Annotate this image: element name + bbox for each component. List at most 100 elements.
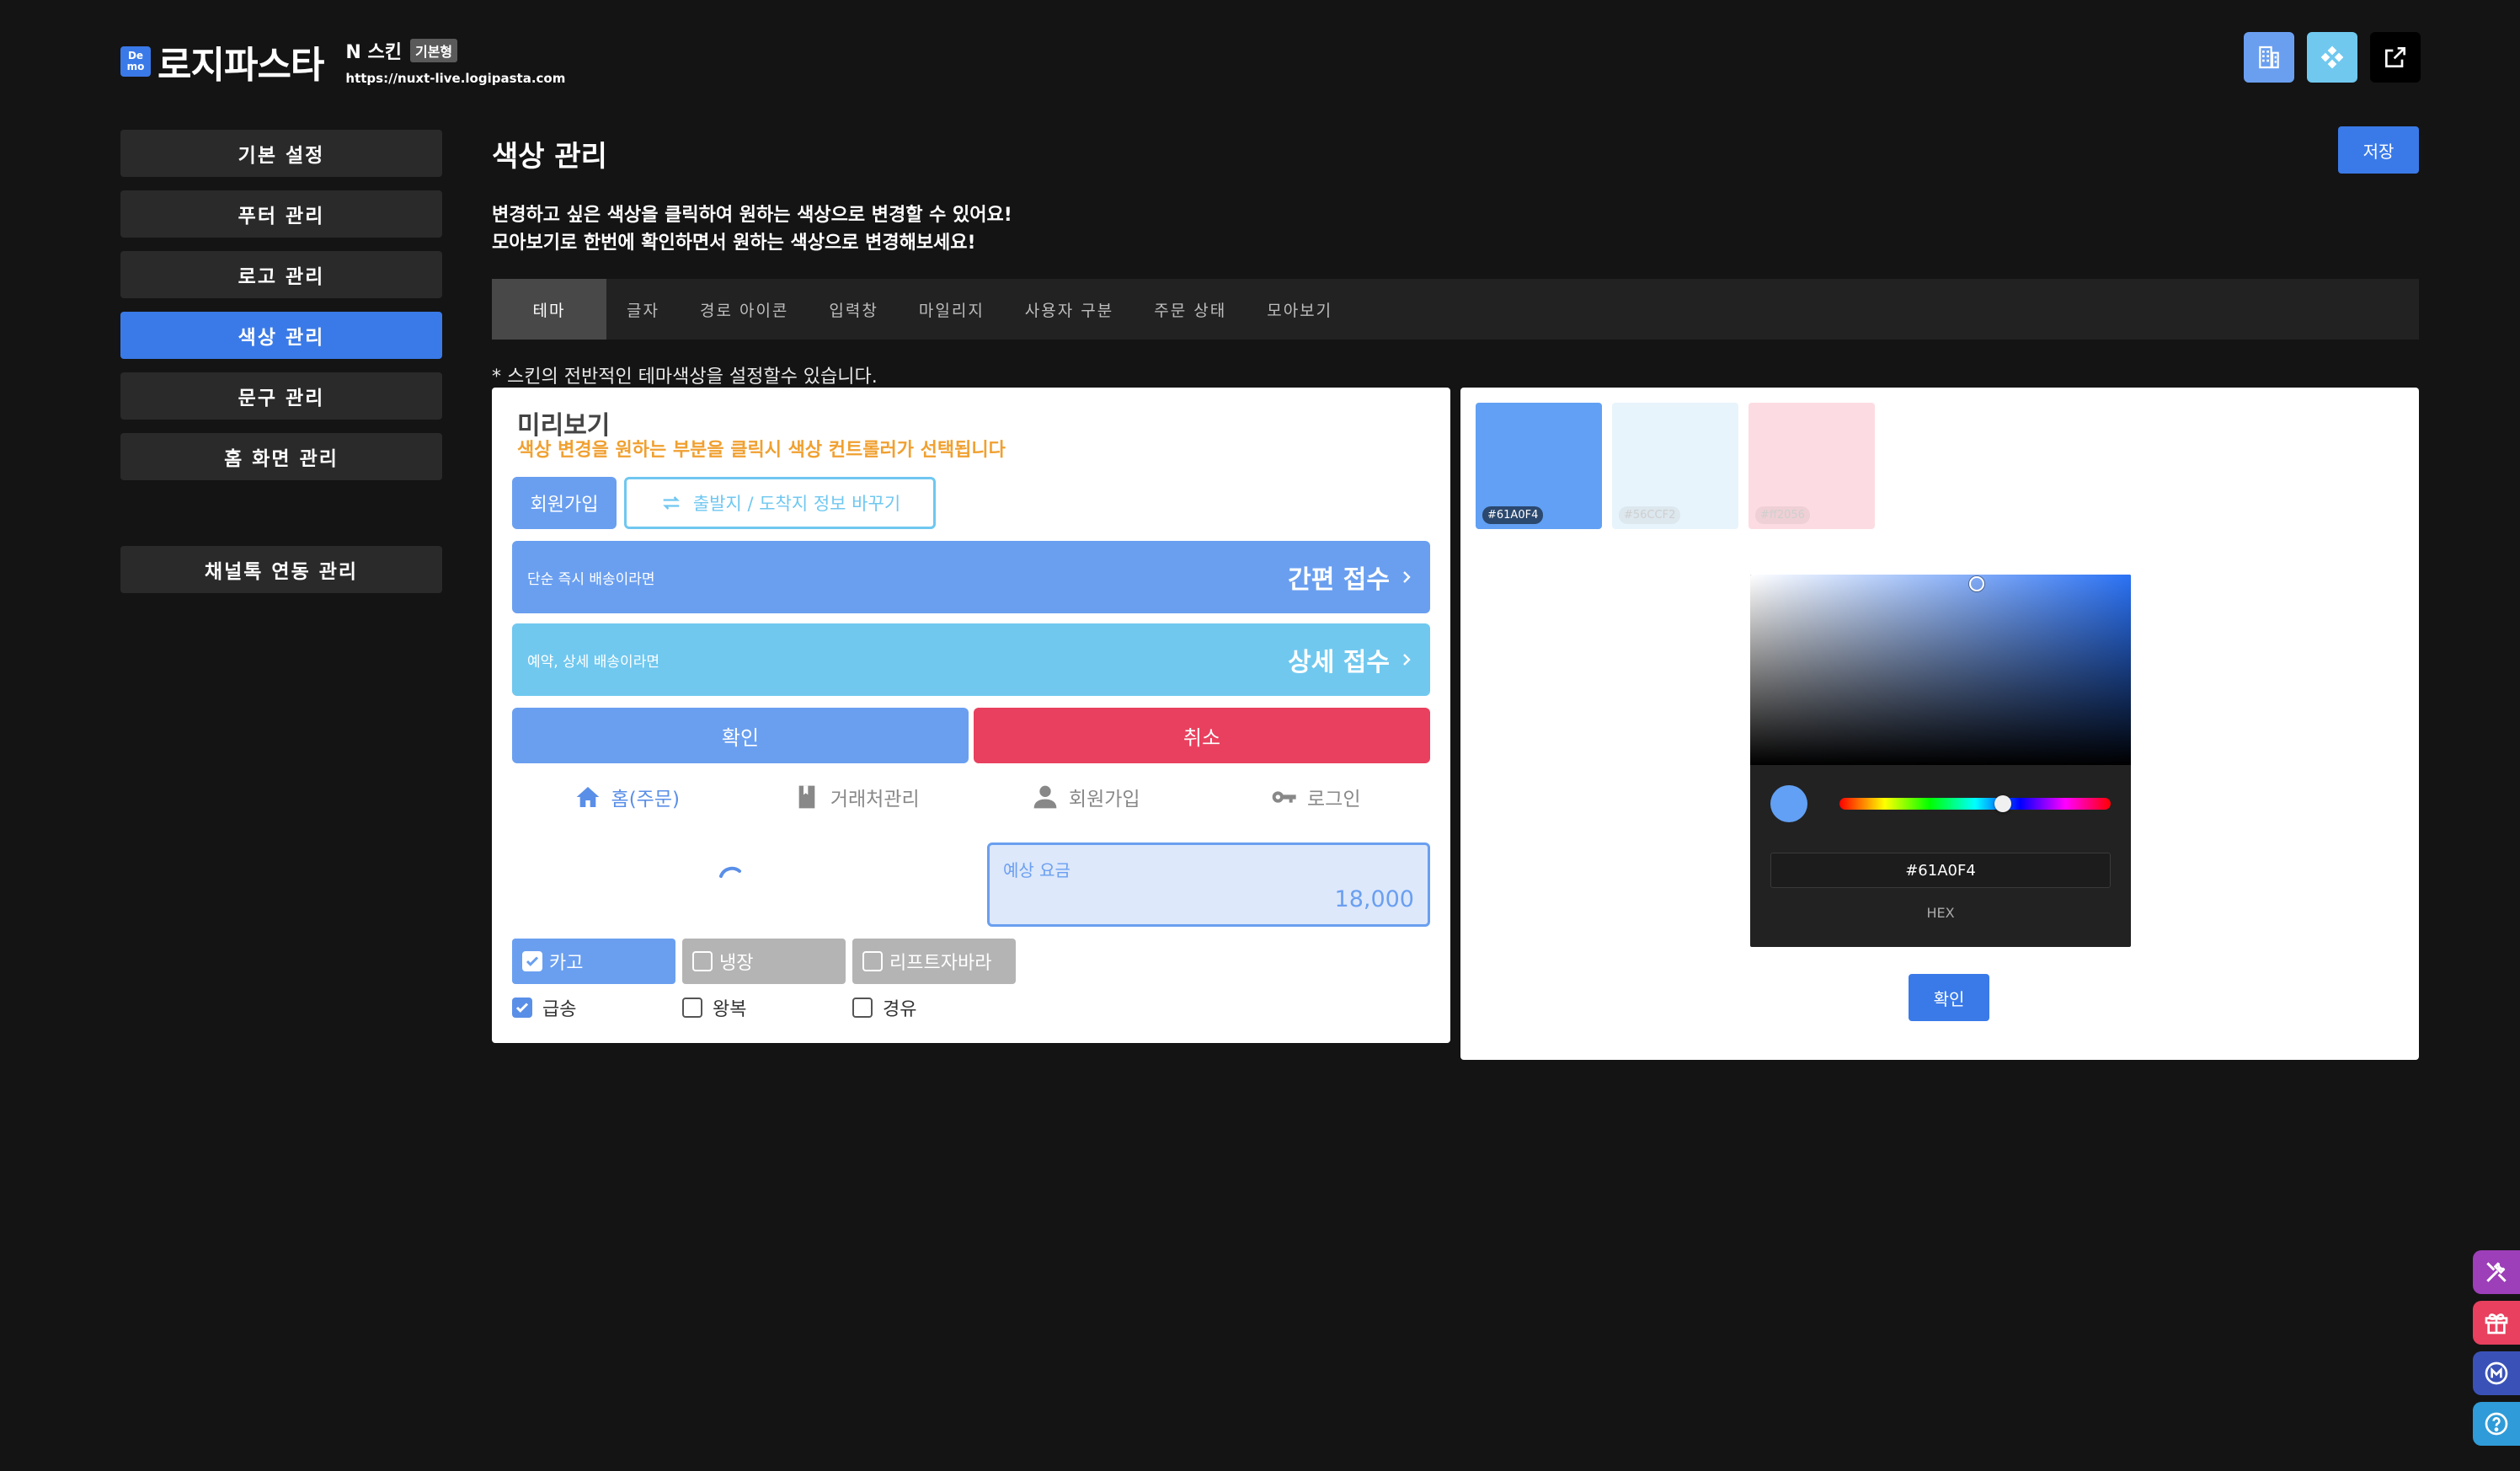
preview-panel: 미리보기 색상 변경을 원하는 부분을 클릭시 색상 컨트롤러가 선택됩니다 회… — [492, 388, 1450, 1043]
person-icon — [1033, 785, 1057, 809]
detail-order-bar[interactable]: 예약, 상세 배송이라면 상세 접수 — [512, 623, 1430, 696]
building-icon[interactable] — [2244, 32, 2294, 83]
nav-login[interactable]: 로그인 — [1201, 773, 1431, 821]
estimated-fee-box: 예상 요금 18,000 — [987, 842, 1430, 927]
nav-home[interactable]: 홈(주문) — [512, 773, 742, 821]
saturation-area[interactable] — [1750, 575, 2131, 765]
checkbox-checked-icon — [512, 998, 532, 1018]
sidebar-item-logo[interactable]: 로고 관리 — [120, 251, 442, 298]
chip-lift-label: 리프트자바라 — [889, 953, 992, 974]
hue-slider[interactable] — [1839, 795, 2111, 812]
page-title: 색상 관리 — [492, 140, 607, 174]
tab-mileage[interactable]: 마일리지 — [899, 279, 1005, 340]
chip-lift[interactable]: 리프트자바라 — [852, 939, 1016, 984]
save-button[interactable]: 저장 — [2338, 126, 2419, 174]
sidebar-item-basic-settings[interactable]: 기본 설정 — [120, 130, 442, 177]
check-waypoint-label: 경유 — [883, 999, 917, 1020]
swatch-primary[interactable]: #61A0F4 — [1476, 403, 1602, 529]
sidebar-item-colors[interactable]: 색상 관리 — [120, 312, 442, 359]
color-confirm-button[interactable]: 확인 — [1909, 974, 1989, 1021]
tools-icon[interactable] — [2473, 1250, 2520, 1294]
header: De mo 로지파스타 N 스킨 기본형 https://nuxt-live.l… — [120, 32, 565, 91]
nav-home-label: 홈(주문) — [611, 789, 680, 810]
tab-order-status[interactable]: 주문 상태 — [1134, 279, 1247, 340]
chip-refrigerated[interactable]: 냉장 — [682, 939, 846, 984]
checkbox-empty-icon — [692, 951, 713, 971]
chip-refrigerated-label: 냉장 — [719, 953, 754, 974]
detail-order-label: 상세 접수 — [1288, 648, 1390, 677]
quick-order-caption: 단순 즉시 배송이라면 — [527, 570, 655, 588]
preview-confirm-button[interactable]: 확인 — [512, 708, 969, 763]
m-circle-icon[interactable] — [2473, 1351, 2520, 1395]
sidebar-item-footer[interactable]: 푸터 관리 — [120, 190, 442, 238]
chip-cargo-label: 카고 — [549, 953, 584, 974]
site-url[interactable]: https://nuxt-live.logipasta.com — [345, 71, 565, 86]
current-color-preview — [1770, 785, 1807, 822]
sidebar: 기본 설정 푸터 관리 로고 관리 색상 관리 문구 관리 홈 화면 관리 채널… — [120, 130, 442, 607]
swatch-primary-label: #61A0F4 — [1482, 506, 1544, 524]
quick-order-bar[interactable]: 단순 즉시 배송이라면 간편 접수 — [512, 541, 1430, 613]
nav-signup[interactable]: 회원가입 — [971, 773, 1201, 821]
nav-signup-label: 회원가입 — [1068, 789, 1140, 810]
demo-badge: De mo — [120, 46, 151, 77]
check-roundtrip[interactable]: 왕복 — [682, 994, 746, 1021]
preview-nav: 홈(주문) 거래처관리 회원가입 로그인 — [512, 773, 1430, 821]
top-icon-bar — [2244, 32, 2421, 83]
diamond-icon[interactable] — [2307, 32, 2357, 83]
swatch-secondary-label: #56CCF2 — [1619, 506, 1681, 524]
check-waypoint[interactable]: 경유 — [852, 994, 916, 1021]
help-icon[interactable] — [2473, 1402, 2520, 1446]
book-icon — [798, 785, 815, 809]
tab-route-icon[interactable]: 경로 아이콘 — [680, 279, 809, 340]
color-picker: #61A0F4 HEX — [1750, 575, 2131, 947]
estimated-fee-label: 예상 요금 — [1003, 860, 1070, 880]
hex-input[interactable]: #61A0F4 — [1770, 853, 2111, 888]
sidebar-item-phrases[interactable]: 문구 관리 — [120, 372, 442, 420]
theme-hint: * 스킨의 전반적인 테마색상을 설정할수 있습니다. — [492, 366, 878, 388]
skin-type-badge: 기본형 — [409, 39, 458, 62]
tab-input[interactable]: 입력창 — [809, 279, 898, 340]
checkbox-empty-icon — [852, 998, 873, 1018]
swatch-secondary[interactable]: #56CCF2 — [1612, 403, 1738, 529]
tab-overview[interactable]: 모아보기 — [1247, 279, 1353, 340]
quick-order-label: 간편 접수 — [1288, 565, 1390, 595]
checkbox-checked-icon — [522, 951, 542, 971]
checkbox-empty-icon — [862, 951, 883, 971]
chevron-right-icon — [1403, 654, 1411, 666]
preview-swap-button[interactable]: 출발지 / 도착지 정보 바꾸기 — [624, 477, 936, 529]
brand-name[interactable]: 로지파스타 — [158, 35, 324, 88]
swatch-accent-label: #ff2056 — [1755, 506, 1810, 524]
loading-spinner-icon — [719, 866, 741, 878]
skin-name: N 스킨 — [345, 42, 402, 63]
color-panel: #61A0F4 #56CCF2 #ff2056 #61A0F4 HEX 확인 — [1460, 388, 2419, 1060]
chevron-right-icon — [1403, 571, 1411, 583]
description-line-2: 모아보기로 한번에 확인하면서 원하는 색상으로 변경해보세요! — [492, 233, 976, 254]
skin-info: N 스킨 기본형 https://nuxt-live.logipasta.com — [345, 37, 565, 86]
check-roundtrip-label: 왕복 — [713, 999, 747, 1020]
nav-clients-label: 거래처관리 — [830, 789, 920, 810]
nav-clients[interactable]: 거래처관리 — [742, 773, 972, 821]
key-icon — [1272, 791, 1296, 803]
saturation-handle[interactable] — [1969, 576, 1984, 591]
tab-bar: 테마 글자 경로 아이콘 입력창 마일리지 사용자 구분 주문 상태 모아보기 — [492, 279, 2419, 340]
preview-cancel-button[interactable]: 취소 — [974, 708, 1430, 763]
nav-login-label: 로그인 — [1307, 789, 1361, 810]
tab-theme[interactable]: 테마 — [492, 279, 606, 340]
external-link-icon[interactable] — [2370, 32, 2421, 83]
preview-subtitle: 색상 변경을 원하는 부분을 클릭시 색상 컨트롤러가 선택됩니다 — [517, 440, 1006, 461]
sidebar-item-home-screen[interactable]: 홈 화면 관리 — [120, 433, 442, 480]
check-express[interactable]: 급송 — [512, 994, 576, 1021]
swap-icon — [663, 496, 680, 510]
tab-user-type[interactable]: 사용자 구분 — [1005, 279, 1134, 340]
checkbox-empty-icon — [682, 998, 702, 1018]
tab-text[interactable]: 글자 — [606, 279, 680, 340]
sidebar-item-channeltalk[interactable]: 채널톡 연동 관리 — [120, 546, 442, 593]
gift-icon[interactable] — [2473, 1301, 2520, 1345]
swatch-accent[interactable]: #ff2056 — [1749, 403, 1875, 529]
hue-slider-handle[interactable] — [1994, 795, 2011, 812]
home-icon — [576, 787, 599, 807]
chip-cargo[interactable]: 카고 — [512, 939, 675, 984]
estimated-fee-value: 18,000 — [1334, 886, 1414, 912]
preview-signup-button[interactable]: 회원가입 — [512, 477, 617, 529]
swap-label: 출발지 / 도착지 정보 바꾸기 — [692, 494, 901, 514]
